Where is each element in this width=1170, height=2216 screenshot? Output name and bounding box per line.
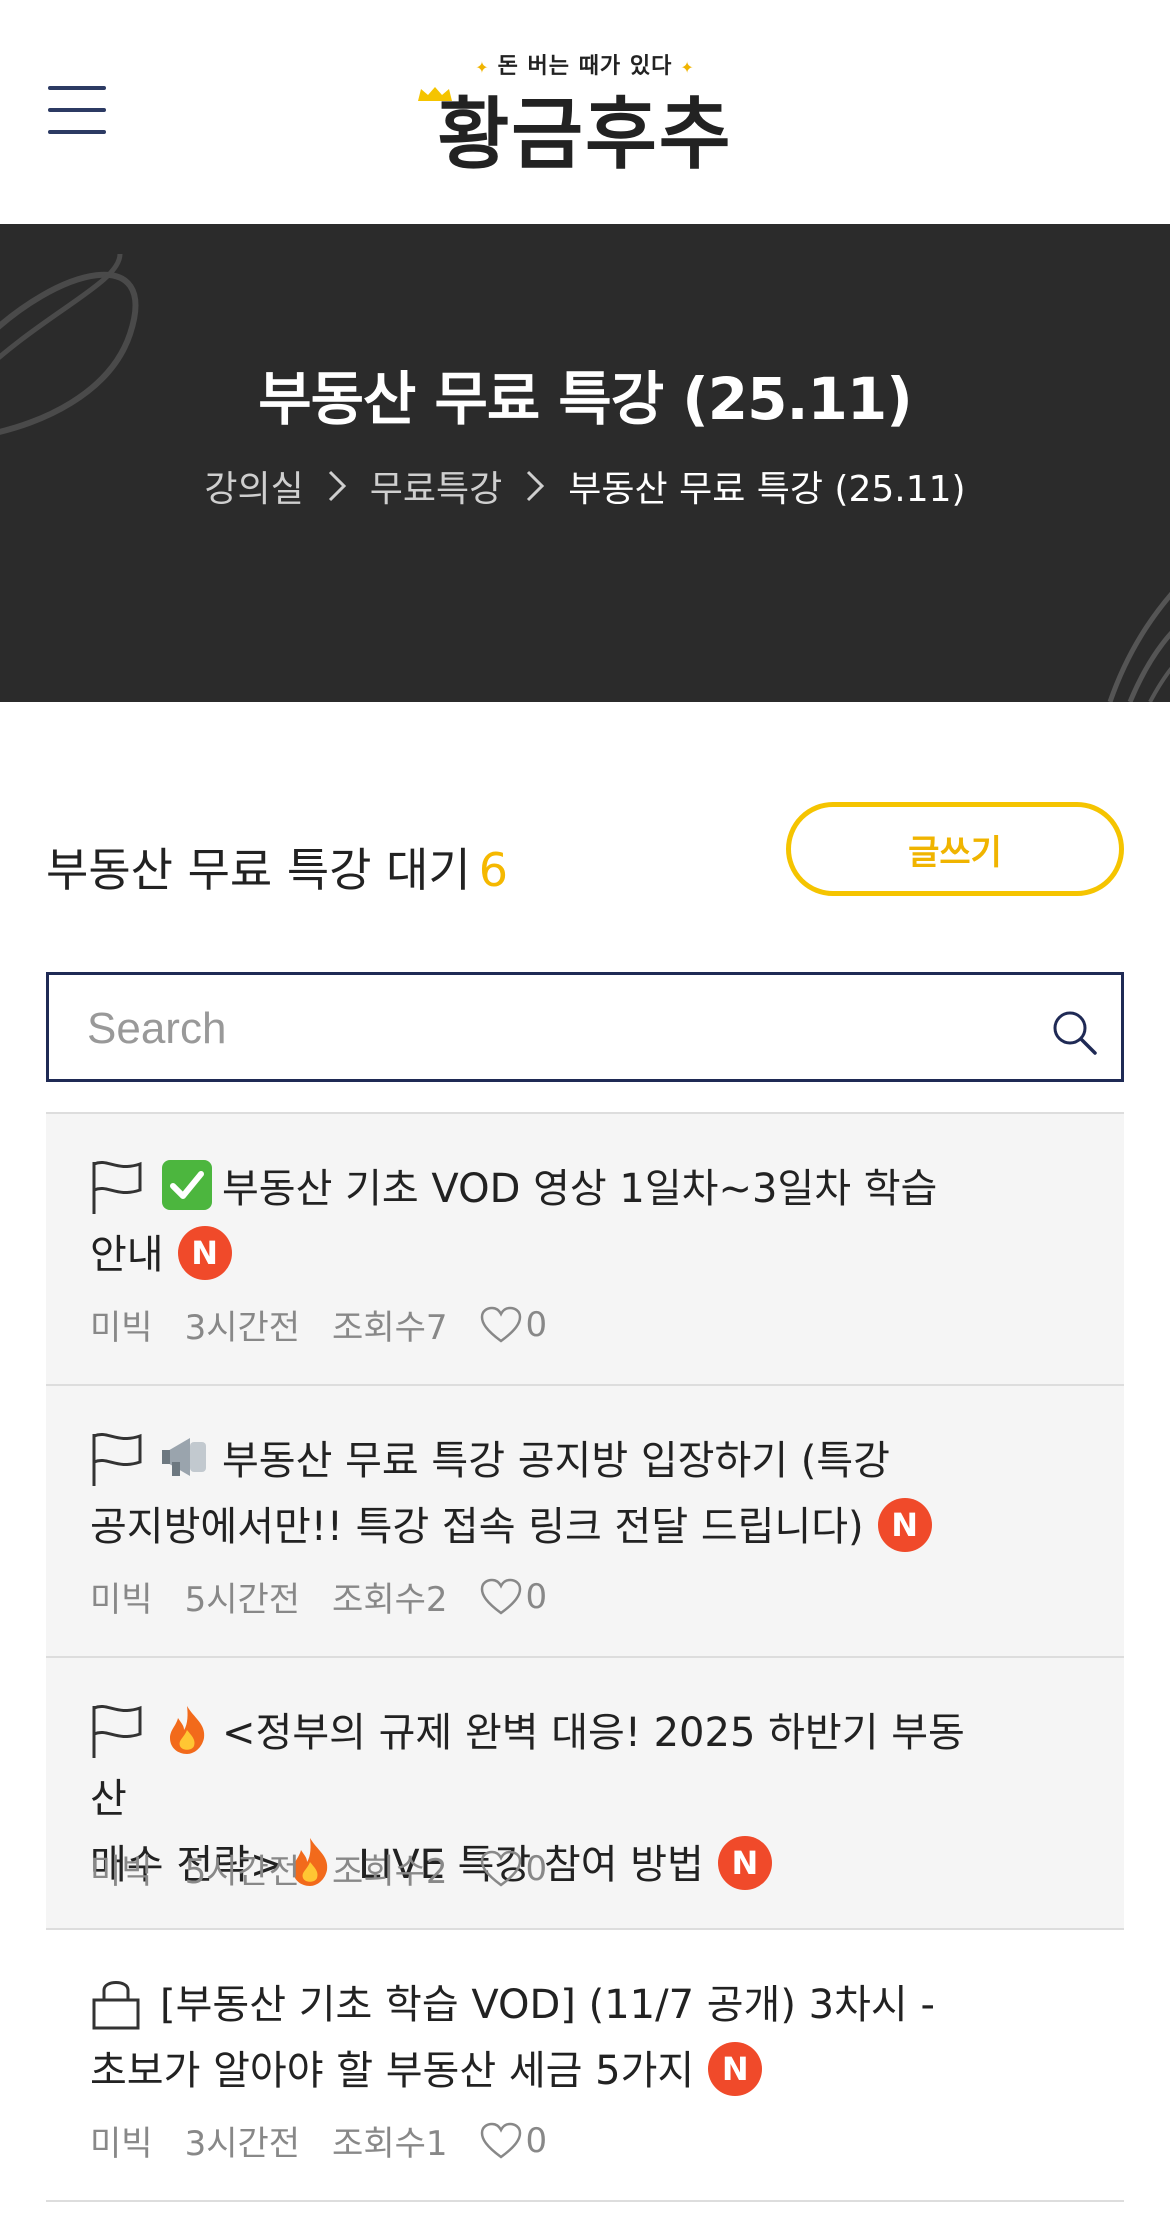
chevron-right-icon bbox=[527, 470, 545, 502]
search-icon[interactable] bbox=[1049, 1007, 1099, 1057]
post-likes: 0 bbox=[525, 1576, 548, 1617]
post-author: 미빅 bbox=[90, 1308, 153, 1348]
board-header: 부동산 무료 특강 대기 6 글쓰기 bbox=[46, 702, 1124, 897]
post-author: 미빅 bbox=[90, 2124, 153, 2164]
post-meta: 미빅 5시간전 조회수2 0 bbox=[90, 1572, 547, 1621]
chevron-right-icon bbox=[328, 470, 346, 502]
post-item[interactable]: 부동산 무료 특강 공지방 입장하기 (특강 공지방에서만!! 특강 접속 링크 … bbox=[46, 1384, 1124, 1656]
list-divider bbox=[46, 2200, 1124, 2202]
breadcrumb-item-lecture-room[interactable]: 강의실 bbox=[204, 460, 303, 512]
post-title[interactable]: 부동산 무료 특강 공지방 입장하기 (특강 공지방에서만!! 특강 접속 링크 … bbox=[90, 1428, 990, 1560]
board-title: 부동산 무료 특강 대기 6 bbox=[46, 843, 509, 897]
write-post-button[interactable]: 글쓰기 bbox=[786, 802, 1124, 896]
post-time: 3시간전 bbox=[184, 2124, 301, 2164]
post-likes: 0 bbox=[525, 2120, 548, 2161]
post-title[interactable]: [부동산 기초 학습 VOD] (11/7 공개) 3차시 - 초보가 알아야 할… bbox=[90, 1972, 990, 2104]
fire-emoji-icon bbox=[170, 1706, 205, 1754]
hamburger-menu-icon[interactable] bbox=[48, 84, 108, 134]
post-item[interactable]: <정부의 규제 완벽 대응! 2025 하반기 부동산 매수 전략> LIVE 특… bbox=[46, 1656, 1124, 1928]
logo-name: 황금후추 bbox=[437, 90, 733, 180]
post-meta: 미빅 3시간전 조회수1 0 bbox=[90, 2116, 547, 2165]
search-input[interactable] bbox=[85, 995, 989, 1063]
post-list: 부동산 기초 VOD 영상 1일차~3일차 학습 안내 N 미빅 3시간전 조회수7… bbox=[46, 1112, 1124, 2202]
post-views: 조회수2 bbox=[332, 1580, 448, 1620]
heart-icon[interactable] bbox=[480, 1306, 522, 1344]
post-likes: 0 bbox=[525, 1848, 548, 1889]
post-author: 미빅 bbox=[90, 1852, 153, 1892]
post-item[interactable]: 부동산 기초 VOD 영상 1일차~3일차 학습 안내 N 미빅 3시간전 조회수7… bbox=[46, 1112, 1124, 1384]
page-title: 부동산 무료 특강 (25.11) bbox=[258, 365, 913, 433]
top-header: ✦ 돈 버는 때가 있다 ✦ 황금후추 bbox=[0, 0, 1170, 224]
board-section: 부동산 무료 특강 대기6 글쓰기 부동산 기초 VOD 영상 1일차~3일차 … bbox=[0, 702, 1170, 2202]
megaphone-emoji-icon bbox=[162, 1438, 206, 1476]
new-badge: N bbox=[877, 1498, 932, 1552]
heart-icon[interactable] bbox=[480, 2122, 522, 2160]
check-mark-emoji-icon bbox=[162, 1160, 212, 1210]
breadcrumb-item-current[interactable]: 부동산 무료 특강 (25.11) bbox=[568, 460, 965, 512]
new-badge: N bbox=[717, 1836, 772, 1890]
post-views: 조회수1 bbox=[332, 2124, 448, 2164]
post-count: 6 bbox=[478, 843, 509, 897]
post-views: 조회수7 bbox=[332, 1308, 448, 1348]
logo-tagline: ✦ 돈 버는 때가 있다 ✦ bbox=[475, 54, 695, 79]
post-time: 5시간전 bbox=[184, 1852, 301, 1892]
hero-banner: 부동산 무료 특강 (25.11) 강의실 무료특강 부동산 무료 특강 (25… bbox=[0, 224, 1170, 702]
post-meta: 미빅 5시간전 조회수2 0 bbox=[90, 1844, 547, 1893]
post-meta: 미빅 3시간전 조회수7 0 bbox=[90, 1300, 547, 1349]
heart-icon[interactable] bbox=[480, 1578, 522, 1616]
post-likes: 0 bbox=[525, 1304, 548, 1345]
post-time: 3시간전 bbox=[184, 1308, 301, 1348]
post-views: 조회수2 bbox=[332, 1852, 448, 1892]
site-logo[interactable]: ✦ 돈 버는 때가 있다 ✦ 황금후추 bbox=[400, 40, 770, 190]
new-badge: N bbox=[708, 2042, 763, 2096]
post-item[interactable]: [부동산 기초 학습 VOD] (11/7 공개) 3차시 - 초보가 알아야 할… bbox=[46, 1928, 1124, 2200]
post-author: 미빅 bbox=[90, 1580, 153, 1620]
breadcrumb: 강의실 무료특강 부동산 무료 특강 (25.11) bbox=[0, 460, 1170, 512]
post-time: 5시간전 bbox=[184, 1580, 301, 1620]
breadcrumb-item-free-lecture[interactable]: 무료특강 bbox=[370, 460, 502, 512]
heart-icon[interactable] bbox=[480, 1850, 522, 1888]
search-box bbox=[46, 972, 1124, 1082]
post-title[interactable]: 부동산 기초 VOD 영상 1일차~3일차 학습 안내 N bbox=[90, 1156, 990, 1288]
new-badge: N bbox=[177, 1226, 232, 1280]
